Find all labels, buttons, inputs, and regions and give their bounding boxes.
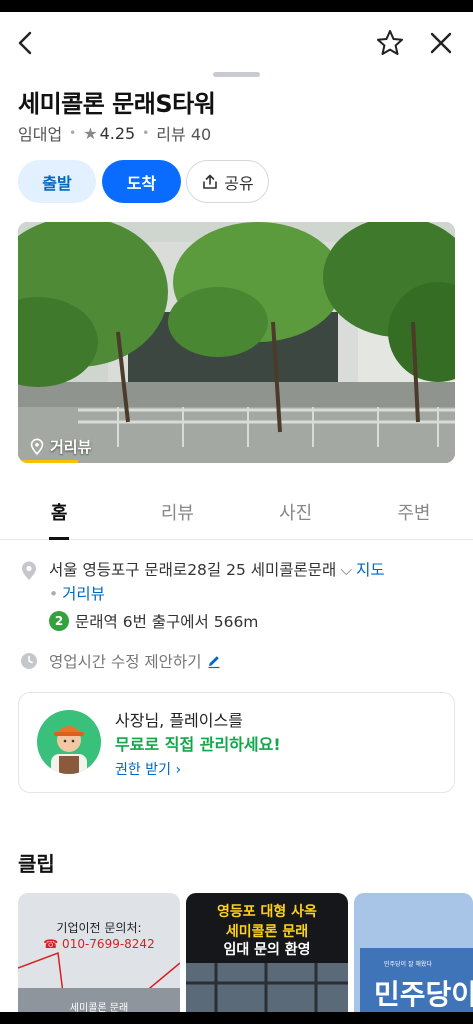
top-bar <box>0 12 473 72</box>
subway-info: 2 문래역 6번 출구에서 566m <box>49 610 258 632</box>
owner-promo-line1: 사장님, 플레이스를 <box>115 711 243 730</box>
location-pin-icon <box>30 438 44 455</box>
share-label: 공유 <box>224 173 254 193</box>
street-view-text: 거리뷰 <box>50 438 92 456</box>
clip-text-line: 세미콜론 문래 <box>225 924 309 940</box>
tab-home[interactable]: 홈 <box>0 487 118 540</box>
navigation-bar <box>0 1012 473 1024</box>
detail-tabs: 홈 리뷰 사진 주변 <box>0 487 473 540</box>
map-link[interactable]: 지도 <box>356 561 385 579</box>
rating-star-icon: ★ <box>83 123 98 143</box>
owner-avatar-illustration <box>37 710 101 774</box>
chevron-right-icon: › <box>175 762 182 778</box>
street-view-photo[interactable]: 거리뷰 <box>18 222 455 463</box>
tab-photos[interactable]: 사진 <box>237 487 355 539</box>
clock-icon <box>20 652 38 674</box>
clip-card[interactable]: 민주당이 잘 해왔다 민주당이 <box>354 893 473 1012</box>
tab-nearby[interactable]: 주변 <box>355 487 473 539</box>
subway-text: 문래역 6번 출구에서 566m <box>75 613 259 631</box>
hours-suggest-link[interactable]: 영업시간 수정 제안하기 <box>49 650 222 672</box>
clip-text-line: ☎ 010-7699-8242 <box>43 937 155 951</box>
status-bar <box>0 0 473 12</box>
owner-promo-line2: 무료로 직접 관리하세요! <box>115 735 281 754</box>
pencil-icon <box>208 656 220 669</box>
sheet-drag-handle[interactable] <box>213 72 260 77</box>
clip-thumbnail-graphic <box>18 951 180 1012</box>
clip-text-line: 세미콜론 문래 <box>69 1003 129 1012</box>
street-view-link[interactable]: 거리뷰 <box>62 585 105 603</box>
separator-dot: • <box>69 126 77 140</box>
owner-promo-card[interactable]: 사장님, 플레이스를 무료로 직접 관리하세요! 권한 받기 › <box>18 692 455 793</box>
clip-text-line: 기업이전 문의처: <box>56 921 142 935</box>
clip-text-line: 민주당이 잘 해왔다 <box>384 961 432 968</box>
clip-card[interactable]: 기업이전 문의처: ☎ 010-7699-8242 세미콜론 문래 <box>18 893 180 1012</box>
clips-section-title: 클립 <box>18 852 55 876</box>
arrive-button[interactable]: 도착 <box>102 160 181 203</box>
tab-reviews[interactable]: 리뷰 <box>118 487 236 539</box>
get-permission-link[interactable]: 권한 받기 › <box>115 759 181 779</box>
building-photo-image <box>18 222 455 463</box>
address-pin-icon <box>20 561 38 585</box>
photo-progress-bar <box>18 460 78 463</box>
clip-text-line: 민주당이 <box>374 978 473 1011</box>
favorite-star-icon[interactable] <box>375 28 405 58</box>
clip-text-line: 임대 문의 환영 <box>223 942 311 958</box>
share-icon <box>203 174 218 189</box>
chevron-down-icon[interactable]: ⌵ <box>340 561 352 579</box>
clip-card[interactable]: 영등포 대형 사옥 세미콜론 문래 임대 문의 환영 <box>186 893 348 1012</box>
separator-dot: • <box>142 126 150 140</box>
subway-line-badge: 2 <box>49 611 69 631</box>
address-text[interactable]: 서울 영등포구 문래로28길 25 세미콜론문래 <box>49 561 336 579</box>
street-view-label[interactable]: 거리뷰 <box>28 436 91 457</box>
address-block: 서울 영등포구 문래로28길 25 세미콜론문래 ⌵ 지도 • 거리뷰 <box>49 558 449 606</box>
place-meta: 임대업 • ★ 4.25 • 리뷰 40 <box>18 121 211 145</box>
clip-text-line: 영등포 대형 사옥 <box>217 904 317 920</box>
place-title: 세미콜론 문래S타워 <box>18 90 216 118</box>
share-button[interactable]: 공유 <box>186 160 269 203</box>
get-permission-text: 권한 받기 <box>115 762 171 778</box>
close-icon[interactable] <box>426 28 456 58</box>
separator-dot: • <box>49 585 59 603</box>
back-icon[interactable] <box>12 28 42 58</box>
hours-suggest-text: 영업시간 수정 제안하기 <box>49 653 202 671</box>
depart-button[interactable]: 출발 <box>18 160 96 203</box>
review-count-link[interactable]: 리뷰 40 <box>156 121 211 145</box>
rating-value: 4.25 <box>99 123 136 143</box>
place-category: 임대업 <box>18 125 63 144</box>
